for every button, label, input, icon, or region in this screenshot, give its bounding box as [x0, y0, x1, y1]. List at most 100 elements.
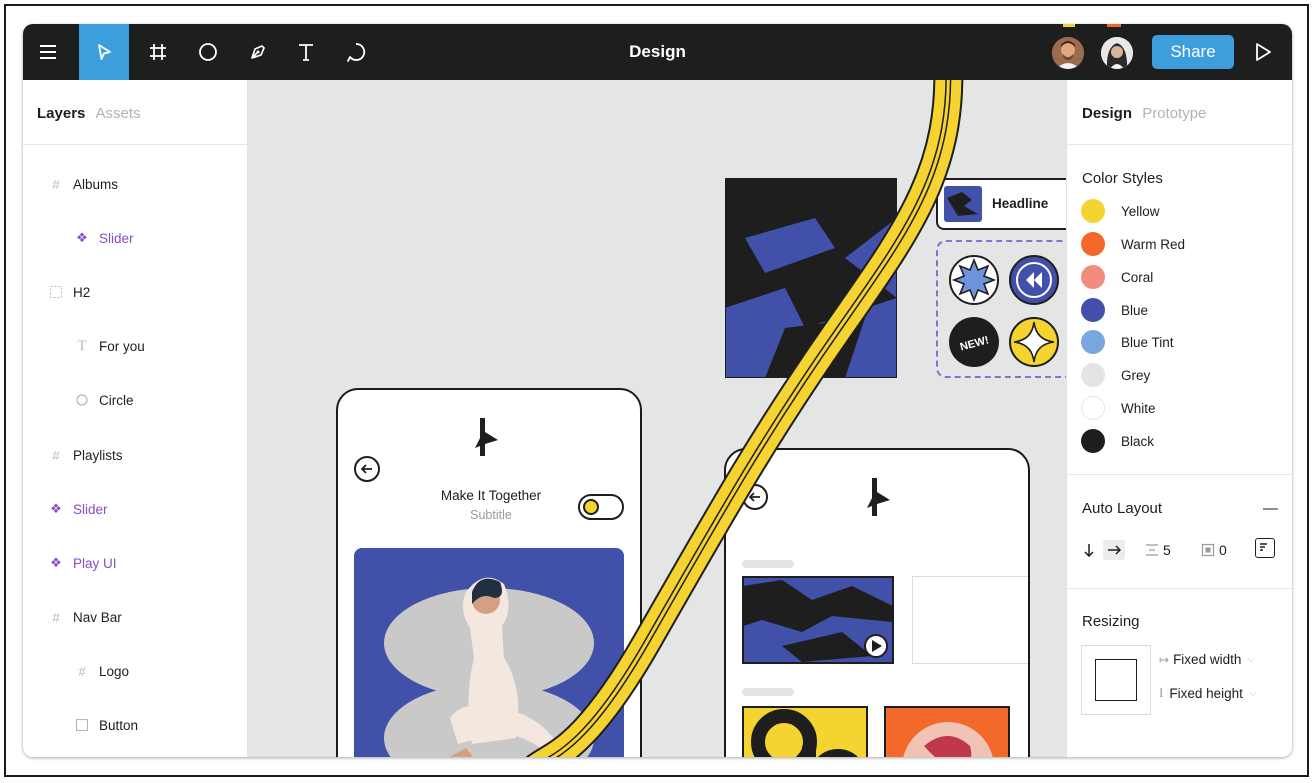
- color-style-label: Yellow: [1121, 203, 1160, 219]
- color-swatch: [1081, 363, 1105, 387]
- color-swatch: [1081, 330, 1105, 354]
- spacing-control[interactable]: 5: [1145, 540, 1171, 560]
- fixed-width-select[interactable]: ↦ Fixed width ⌵: [1159, 652, 1255, 667]
- text-icon: [299, 44, 313, 61]
- rectangle-icon: [73, 719, 91, 731]
- color-style-item[interactable]: Black: [1081, 428, 1154, 454]
- spacing-icon: [1146, 544, 1158, 556]
- color-style-item[interactable]: Blue: [1081, 297, 1148, 323]
- chevron-down-icon: ⌵: [1248, 687, 1257, 699]
- presence-marker: [1063, 24, 1075, 27]
- color-style-label: Black: [1121, 433, 1155, 449]
- layer-label: Button: [99, 717, 139, 733]
- color-style-item[interactable]: Coral: [1081, 264, 1153, 290]
- color-styles-title: Color Styles: [1082, 170, 1163, 187]
- presence-marker: [1107, 24, 1121, 27]
- text-tool-button[interactable]: [281, 24, 331, 80]
- layer-label: Circle: [99, 392, 134, 408]
- tab-design[interactable]: Design: [1082, 105, 1132, 122]
- alignment-icon[interactable]: [1255, 538, 1275, 558]
- text-icon: T: [77, 337, 87, 354]
- color-style-item[interactable]: Grey: [1081, 362, 1150, 388]
- frame-tool-button[interactable]: [133, 24, 183, 80]
- component-icon: ❖: [50, 555, 62, 570]
- design-canvas[interactable]: Headline NEW! Make It Together Subtitle: [248, 80, 1066, 757]
- constraint-box: [1095, 659, 1137, 701]
- layer-item[interactable]: # Albums: [23, 169, 271, 199]
- color-style-item[interactable]: Blue Tint: [1081, 329, 1174, 355]
- spacing-value: 5: [1163, 542, 1171, 558]
- color-style-label: Blue: [1121, 302, 1149, 318]
- pen-icon: [251, 45, 265, 59]
- color-style-item[interactable]: Warm Red: [1081, 231, 1185, 257]
- ellipse-tool-button[interactable]: [183, 24, 233, 80]
- divider: [23, 144, 247, 145]
- color-style-item[interactable]: Yellow: [1081, 198, 1160, 224]
- layer-label: Slider: [73, 501, 108, 517]
- color-swatch: [1081, 265, 1105, 289]
- frame-icon: [150, 44, 166, 60]
- ellipse-icon: [199, 43, 217, 61]
- color-style-label: Coral: [1121, 269, 1154, 285]
- avatar[interactable]: [1052, 37, 1084, 69]
- padding-control[interactable]: 0: [1201, 540, 1227, 560]
- width-icon: ↦: [1159, 652, 1170, 667]
- pen-tool-button[interactable]: [233, 24, 283, 80]
- color-style-item[interactable]: White: [1081, 395, 1156, 421]
- avatar[interactable]: [1101, 37, 1133, 69]
- design-panel: Design Prototype Color Styles Yellow War…: [1066, 80, 1292, 757]
- layer-label: Slider: [99, 230, 134, 246]
- tab-assets[interactable]: Assets: [96, 105, 141, 122]
- comment-tool-button[interactable]: [331, 24, 381, 80]
- color-style-label: White: [1121, 400, 1156, 416]
- layer-item[interactable]: # Playlists: [23, 440, 271, 470]
- fixed-height-select[interactable]: I Fixed height ⌵: [1159, 685, 1256, 701]
- component-icon: ❖: [76, 230, 88, 245]
- present-button[interactable]: [1238, 24, 1288, 80]
- layer-label: Play UI: [73, 555, 117, 571]
- collapse-button[interactable]: —: [1263, 500, 1278, 517]
- share-button[interactable]: Share: [1152, 35, 1234, 69]
- divider: [1067, 588, 1292, 589]
- tab-layers[interactable]: Layers: [37, 105, 85, 122]
- layers-panel: Layers Assets # Albums ❖ Slider H2 T For…: [23, 80, 248, 757]
- frame-icon: #: [52, 447, 60, 463]
- color-style-label: Blue Tint: [1121, 334, 1174, 350]
- color-swatch: [1081, 429, 1105, 453]
- layer-label: For you: [99, 338, 145, 354]
- divider: [1067, 144, 1292, 145]
- layer-item[interactable]: # Nav Bar: [23, 602, 271, 632]
- constraint-widget[interactable]: [1081, 645, 1151, 715]
- move-tool-button[interactable]: [79, 24, 129, 80]
- chevron-down-icon: ⌵: [1247, 654, 1255, 665]
- frame-icon: #: [52, 176, 60, 192]
- layer-item[interactable]: ❖ Slider: [23, 494, 271, 524]
- height-icon: I: [1159, 685, 1164, 700]
- ellipse-icon: [73, 394, 91, 406]
- fixed-width-label: Fixed width: [1173, 652, 1242, 667]
- direction-horizontal-icon[interactable]: [1103, 540, 1125, 560]
- move-icon: [98, 44, 111, 60]
- layer-item[interactable]: ❖ Play UI: [23, 548, 271, 578]
- padding-icon: [1201, 543, 1215, 557]
- fixed-height-label: Fixed height: [1169, 685, 1243, 701]
- layer-label: H2: [73, 284, 91, 300]
- resizing-title: Resizing: [1082, 613, 1140, 630]
- color-style-label: Warm Red: [1121, 236, 1186, 252]
- color-swatch: [1081, 298, 1105, 322]
- padding-value: 0: [1219, 542, 1227, 558]
- tab-prototype[interactable]: Prototype: [1142, 105, 1206, 122]
- layer-label: Logo: [99, 663, 130, 679]
- comment-icon: [347, 43, 366, 62]
- color-swatch: [1081, 396, 1105, 420]
- menu-icon[interactable]: [23, 24, 73, 80]
- direction-vertical-icon[interactable]: [1081, 542, 1097, 558]
- layer-item[interactable]: H2: [23, 277, 271, 307]
- color-style-label: Grey: [1121, 367, 1151, 383]
- layer-label: Albums: [73, 176, 119, 192]
- app-window: Design Share Layers Assets # Albums ❖ Sl…: [23, 24, 1292, 757]
- color-swatch: [1081, 232, 1105, 256]
- toolbar: Design Share: [23, 24, 1292, 80]
- color-swatch: [1081, 199, 1105, 223]
- layer-label: Nav Bar: [73, 609, 122, 625]
